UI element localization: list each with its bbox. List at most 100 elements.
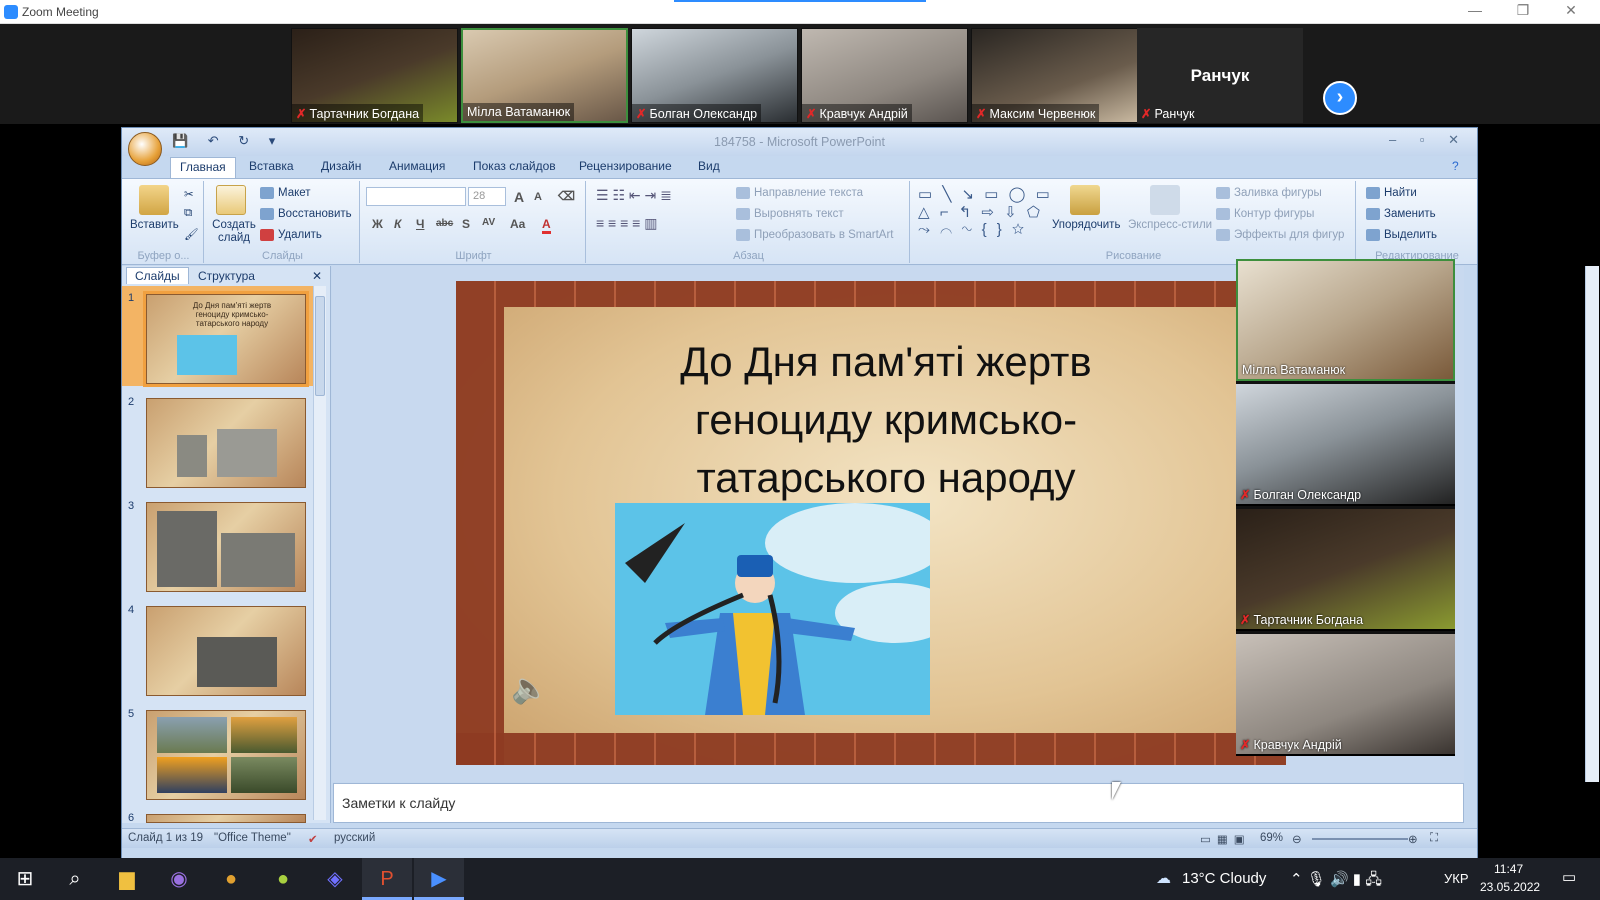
slide-thumbnail-6[interactable] (146, 814, 306, 823)
restore-button[interactable]: ❐ (1508, 2, 1538, 19)
office-button[interactable] (128, 132, 162, 166)
shape-outline-button[interactable]: Контур фигуры (1216, 208, 1314, 220)
slide-thumbnail-3[interactable] (146, 502, 306, 592)
delete-slide-button[interactable]: Удалить (260, 229, 322, 241)
audio-speaker-icon[interactable]: 🔈 (511, 671, 548, 706)
quick-styles-button[interactable]: Экспресс-стили (1128, 219, 1212, 231)
shape-fill-button[interactable]: Заливка фигуры (1216, 187, 1322, 199)
slide-illustration[interactable] (615, 503, 930, 715)
text-direction-button[interactable]: Направление текста (736, 187, 863, 199)
spellcheck-icon[interactable]: ✔ (308, 832, 318, 846)
arrange-button[interactable]: Упорядочить (1052, 219, 1120, 231)
new-slide-button[interactable]: Создать слайд (212, 219, 256, 245)
input-language[interactable]: УКР (1444, 871, 1469, 886)
participant-tile[interactable]: ✗ Тартачник Богдана (291, 28, 458, 123)
align-text-button[interactable]: Выровнять текст (736, 208, 844, 220)
tray-icons[interactable]: ⌃ 🎙 🔊 ▮ 🖧 (1290, 869, 1382, 894)
paste-button[interactable]: Вставить (130, 219, 179, 231)
replace-button[interactable]: Заменить (1366, 208, 1436, 220)
weather-icon[interactable]: ☁ (1156, 869, 1171, 887)
app-green-icon[interactable]: ● (258, 858, 308, 900)
tab-slideshow[interactable]: Показ слайдов (473, 159, 556, 173)
zoom-in-icon[interactable]: ⊕ (1408, 832, 1418, 846)
shrink-font-button[interactable]: A (534, 191, 542, 203)
pp-window-controls[interactable]: – ▫ ✕ (1389, 132, 1469, 148)
cut-icon[interactable]: ✂ (184, 187, 194, 201)
format-painter-icon[interactable]: 🖌 (184, 227, 199, 241)
zoom-level[interactable]: 69% (1260, 832, 1283, 844)
zoom-slider[interactable] (1312, 838, 1408, 840)
shapes-gallery[interactable]: ▭ ╲ ↘ ▭ ◯ ▭ △ ⌐ ↰ ⇨ ⇩ ⬠ ⤳ ⌒ ∿ { } ☆ (918, 185, 1053, 238)
powerpoint-taskbar-icon[interactable]: P (362, 858, 412, 900)
slide-thumbnail-1[interactable]: До Дня пам'яті жертв геноциду кримсько-т… (143, 291, 309, 387)
participant-tile[interactable]: ✗ Болган Олександр (631, 28, 798, 123)
italic-button[interactable]: К (394, 217, 401, 231)
slide-thumbnail-2[interactable] (146, 398, 306, 488)
next-page-button[interactable]: › (1323, 81, 1357, 115)
bullets-icon[interactable]: ☰ ☷ ⇤ ⇥ ≣ (596, 187, 672, 204)
reset-button[interactable]: Восстановить (260, 208, 352, 220)
clear-format-icon[interactable]: ⌫ (558, 189, 575, 203)
slide-scrollbar[interactable] (1585, 266, 1599, 782)
tab-outline[interactable]: Структура (198, 269, 255, 283)
copy-icon[interactable]: ⧉ (184, 207, 192, 220)
align-icons[interactable]: ≡ ≡ ≡ ≡ ▥ (596, 215, 657, 232)
char-spacing-button[interactable]: AV (482, 217, 495, 228)
help-icon[interactable]: ? (1452, 159, 1459, 173)
slide-thumbnail-4[interactable] (146, 606, 306, 696)
participant-tile[interactable]: ✗ Кравчук Андрій (801, 28, 968, 123)
side-video-tile[interactable]: Мілла Ватаманюк (1236, 259, 1455, 381)
tab-view[interactable]: Вид (698, 159, 720, 173)
current-slide[interactable]: До Дня пам'яті жертв геноциду кримсько- … (456, 281, 1286, 765)
participant-tile[interactable]: ✗ Максим Червенюк (971, 28, 1138, 123)
side-video-tile[interactable]: ✗ Кравчук Андрій (1236, 634, 1455, 756)
panel-scrollbar[interactable] (313, 286, 326, 820)
slide-thumbnail-5[interactable] (146, 710, 306, 800)
font-size-combo[interactable]: 28 (468, 187, 506, 206)
clock-time[interactable]: 11:47 (1494, 862, 1523, 876)
fit-window-icon[interactable]: ⛶ (1430, 832, 1438, 845)
grow-font-button[interactable]: A (514, 189, 524, 205)
font-name-combo[interactable] (366, 187, 466, 206)
start-button[interactable]: ⊞ (0, 858, 50, 900)
tab-design[interactable]: Дизайн (321, 159, 361, 173)
tab-animation[interactable]: Анимация (389, 159, 445, 173)
notifications-icon[interactable]: ▭ (1562, 868, 1576, 886)
notes-pane[interactable]: Заметки к слайду (333, 783, 1464, 823)
game-app-icon[interactable]: ◈ (310, 858, 360, 900)
change-case-button[interactable]: Aa (510, 217, 525, 231)
view-buttons[interactable]: ▭▦▣ (1200, 832, 1251, 846)
side-video-tile[interactable]: ✗ Тартачник Богдана (1236, 509, 1455, 631)
file-explorer-icon[interactable]: ▆ (102, 858, 152, 900)
tab-insert[interactable]: Вставка (249, 159, 294, 173)
shape-effects-button[interactable]: Эффекты для фигур (1216, 229, 1344, 241)
tab-review[interactable]: Рецензирование (579, 159, 672, 173)
zoom-out-icon[interactable]: ⊖ (1292, 832, 1302, 846)
close-panel-icon[interactable]: ✕ (312, 269, 322, 283)
close-button[interactable]: ✕ (1556, 2, 1586, 19)
search-icon[interactable]: ⌕ (50, 858, 100, 900)
participant-tile-active[interactable]: Мілла Ватаманюк (461, 28, 628, 123)
participant-tile-text-only[interactable]: Ранчук ✗ Ранчук (1137, 28, 1303, 123)
chrome-icon[interactable]: ● (206, 858, 256, 900)
scroll-thumb[interactable] (315, 296, 325, 396)
weather-text[interactable]: 13°C Cloudy (1182, 870, 1266, 887)
smartart-button[interactable]: Преобразовать в SmartArt (736, 229, 894, 241)
side-video-tile[interactable]: ✗ Болган Олександр (1236, 384, 1455, 506)
layout-button[interactable]: Макет (260, 187, 311, 199)
find-button[interactable]: Найти (1366, 187, 1417, 199)
viber-icon[interactable]: ◉ (154, 858, 204, 900)
tab-slides[interactable]: Слайды (126, 267, 189, 284)
language-status[interactable]: русский (334, 832, 375, 844)
strikethrough-button[interactable]: abc (436, 218, 453, 229)
minimize-button[interactable]: — (1460, 2, 1490, 18)
shadow-button[interactable]: S (462, 217, 470, 231)
zoom-taskbar-icon[interactable]: ▶ (414, 858, 464, 900)
font-color-button[interactable]: A (542, 217, 551, 234)
clock-date[interactable]: 23.05.2022 (1480, 880, 1540, 894)
select-button[interactable]: Выделить (1366, 229, 1437, 241)
bold-button[interactable]: Ж (372, 217, 383, 231)
underline-button[interactable]: Ч (416, 217, 424, 231)
tab-home[interactable]: Главная (170, 157, 236, 179)
slide-title[interactable]: До Дня пам'яті жертв геноциду кримсько- … (606, 333, 1166, 507)
